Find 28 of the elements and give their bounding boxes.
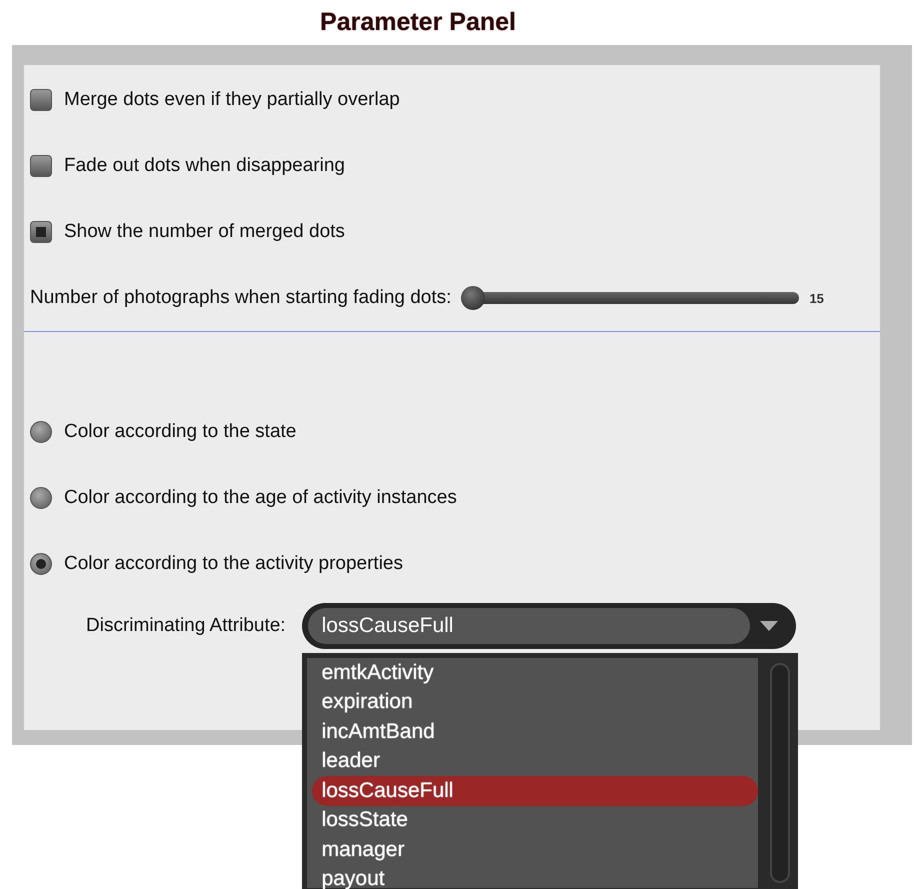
slider-value: 15 xyxy=(809,290,824,306)
dropdown-option[interactable]: emtkActivity xyxy=(312,658,758,688)
attribute-label: Discriminating Attribute: xyxy=(86,615,286,637)
dropdown-option[interactable]: lossCauseFull xyxy=(312,776,758,806)
dropdown-option[interactable]: expiration xyxy=(312,688,758,717)
attribute-dropdown[interactable]: lossCauseFull xyxy=(302,603,796,649)
radio-label: Color according to the state xyxy=(64,421,296,443)
slider-label: Number of photographs when starting fading dots: xyxy=(30,287,452,309)
checkbox-label: Fade out dots when disappearing xyxy=(64,155,345,177)
slider[interactable] xyxy=(461,286,800,310)
scrollbar[interactable] xyxy=(770,663,790,883)
panel-title: Parameter Panel xyxy=(320,8,516,37)
radio-label: Color according to the age of activity instances xyxy=(64,487,457,509)
dropdown-option[interactable]: lossState xyxy=(312,806,758,835)
caret-icon xyxy=(760,621,778,631)
radio-button[interactable] xyxy=(30,421,52,443)
slider-thumb[interactable] xyxy=(461,286,486,310)
checkbox[interactable] xyxy=(30,221,52,243)
checkbox-label: Show the number of merged dots xyxy=(64,221,345,243)
checkbox-label: Merge dots even if they partially overlap xyxy=(64,89,400,111)
radio-label: Color according to the activity properties xyxy=(64,553,403,575)
dropdown-option[interactable]: incAmtBand xyxy=(312,717,758,746)
dropdown-option[interactable]: manager xyxy=(312,835,758,864)
checkbox[interactable] xyxy=(30,89,52,111)
radio-button[interactable] xyxy=(30,553,52,575)
checkbox[interactable] xyxy=(30,155,52,177)
dropdown-option[interactable]: leader xyxy=(312,746,758,776)
radio-button[interactable] xyxy=(30,487,52,509)
